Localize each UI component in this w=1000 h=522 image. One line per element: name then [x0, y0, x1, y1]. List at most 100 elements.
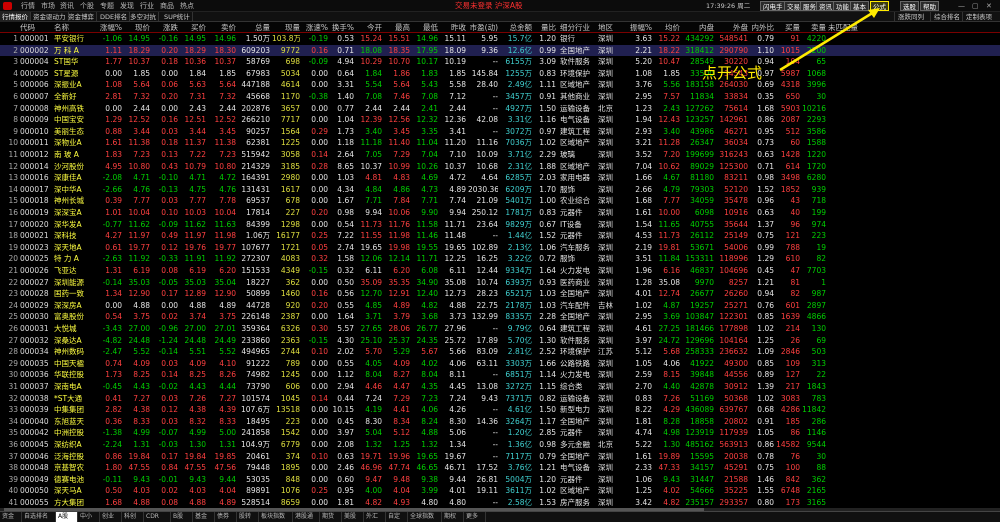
column-header[interactable]: 今开	[356, 22, 382, 33]
column-header[interactable]: 代码	[20, 22, 50, 33]
table-row[interactable]: 30 000036 华联控股 1.73 8.25 0.14 8.25 8.26 74982 124…	[0, 369, 1000, 380]
column-header[interactable]: 最高	[384, 22, 410, 33]
market-tab[interactable]: B股	[171, 512, 193, 522]
column-header[interactable]: 昨收	[440, 22, 466, 33]
column-header[interactable]: 名称	[54, 22, 94, 33]
quote-tab[interactable]: 多空对抗	[128, 12, 159, 22]
table-row[interactable]: 32 000038 *ST大通 0.41 7.27 0.03 7.26 7.27 101574 1…	[0, 393, 1000, 404]
table-row[interactable]: 15 000018 神州长城 0.39 7.77 0.03 7.77 7.78 69537 678…	[0, 195, 1000, 206]
column-header[interactable]: 涨跌	[152, 22, 178, 33]
table-row[interactable]: 34 000040 东旭蓝天 0.36 8.33 0.03 8.32 8.33 18495 223…	[0, 416, 1000, 427]
column-header[interactable]: 现价	[124, 22, 150, 33]
table-row[interactable]: 9 000010 美丽生态 0.88 3.44 0.03 3.44 3.45 90257 1564…	[0, 126, 1000, 137]
market-tab[interactable]: 期货	[320, 512, 342, 522]
quote-tab-right[interactable]: 综合排名	[930, 12, 963, 22]
table-row[interactable]: 39 000049 德赛电池 -0.11 9.43 -0.01 9.43 9.44 53035 8…	[0, 474, 1000, 485]
window-control[interactable]: ▢	[972, 1, 979, 11]
table-row[interactable]: 2 000002 万 科 A 1.11 18.29 0.20 18.29 18.30 60920…	[0, 44, 1000, 56]
table-row[interactable]: 41 000055 方大集团 1.68 4.88 0.08 4.88 4.89 528514 86…	[0, 497, 1000, 508]
table-row[interactable]: 28 000034 神州数码 -2.47 5.52 -0.14 5.51 5.52 494965…	[0, 346, 1000, 357]
market-tab[interactable]: 中小	[78, 512, 100, 522]
column-header[interactable]: 内盘	[682, 22, 714, 33]
column-header[interactable]: 换手%	[330, 22, 354, 33]
market-tab[interactable]: A股	[56, 512, 78, 522]
table-row[interactable]: 3 000004 ST国华 1.77 10.37 0.18 10.36 10.37 58769 6…	[0, 56, 1000, 67]
column-header[interactable]: 未匹配量	[828, 22, 858, 33]
market-tab[interactable]: 外汇	[364, 512, 386, 522]
table-row[interactable]: 16 000019 深深宝A 1.01 10.04 0.10 10.03 10.04 17814…	[0, 207, 1000, 218]
table-row[interactable]: 23 000028 国药一致 1.34 12.90 0.17 12.89 12.90 50899…	[0, 288, 1000, 299]
market-tab[interactable]: 资金	[0, 512, 22, 522]
menu-item[interactable]: 发现	[120, 1, 134, 11]
market-tab[interactable]: 板块指数	[259, 512, 293, 522]
table-row[interactable]: 4 000005 ST星源 0.00 1.85 0.00 1.84 1.85 67983 5034…	[0, 68, 1000, 79]
table-row[interactable]: 12 000014 沙河股份 4.95 10.80 0.43 10.79 10.80 21432…	[0, 161, 1000, 172]
table-row[interactable]: 6 000007 全新好 2.81 7.32 0.20 7.31 7.32 45668 1170-…	[0, 91, 1000, 102]
menu-item[interactable]: 行情	[21, 1, 35, 11]
column-header[interactable]: 外盘	[716, 22, 748, 33]
function-button[interactable]: 闪电手	[760, 1, 786, 11]
quote-tab[interactable]: 行情报价	[0, 12, 31, 22]
table-row[interactable]: 11 000012 南 玻 A 1.83 7.23 0.13 7.22 7.23 515942 3…	[0, 149, 1000, 160]
column-header[interactable]: 最低	[412, 22, 438, 33]
menu-item[interactable]: 行业	[140, 1, 154, 11]
column-header[interactable]: 买价	[180, 22, 206, 33]
column-header[interactable]: 地区	[598, 22, 620, 33]
function-button[interactable]: 基本	[850, 1, 869, 11]
market-tab[interactable]: 自选排名	[22, 512, 56, 522]
column-header[interactable]: 卖量	[802, 22, 826, 33]
table-row[interactable]: 24 000029 深深房A 0.00 4.88 0.00 4.88 4.89 44728 920…	[0, 300, 1000, 311]
quote-tab[interactable]: SUP统计	[162, 12, 193, 22]
market-tab[interactable]: CDR	[144, 512, 171, 522]
menu-item[interactable]: 个股	[80, 1, 94, 11]
column-header[interactable]: 总量	[238, 22, 270, 33]
table-row[interactable]: 18 000021 深科技 4.27 11.97 0.49 11.97 11.98 1.06万 1…	[0, 230, 1000, 241]
market-tab[interactable]: 债券	[215, 512, 237, 522]
column-header[interactable]: 量比	[534, 22, 556, 33]
column-header[interactable]: 市盈(动)	[468, 22, 498, 33]
market-tab[interactable]: 自定	[386, 512, 408, 522]
table-row[interactable]: 21 000026 飞亚达 1.31 6.19 0.08 6.19 6.20 151533 434…	[0, 265, 1000, 276]
table-row[interactable]: 40 000050 深天马A 0.50 4.03 0.02 4.03 4.04 89891 107…	[0, 485, 1000, 496]
table-row[interactable]: 37 000046 泛海控股 0.86 19.84 0.17 19.84 19.85 20461…	[0, 451, 1000, 462]
table-row[interactable]: 19 000023 深天地A 0.61 19.77 0.12 19.76 19.77 10767…	[0, 242, 1000, 253]
column-header[interactable]: 振幅%	[626, 22, 652, 33]
table-row[interactable]: 17 000020 深华发A -0.77 11.62 -0.09 11.62 11.63 843…	[0, 219, 1000, 230]
market-tab[interactable]: 港股通	[293, 512, 320, 522]
menu-item[interactable]: 热点	[180, 1, 194, 11]
table-row[interactable]: 10 000011 深物业A 1.61 11.38 0.18 11.37 11.38 62381…	[0, 137, 1000, 148]
market-tab[interactable]: 创业	[100, 512, 122, 522]
column-header[interactable]: 总金额	[500, 22, 533, 33]
column-header[interactable]: 细分行业	[560, 22, 596, 33]
function-button[interactable]: 帮助	[920, 1, 939, 11]
column-header[interactable]: 涨速%	[302, 22, 328, 33]
menu-item[interactable]: 专题	[100, 1, 114, 11]
quote-tab-right[interactable]: 涨跌同列	[894, 12, 927, 22]
column-header[interactable]: 涨幅%	[96, 22, 122, 33]
table-row[interactable]: 22 000027 深圳能源 -0.14 35.03 -0.05 35.03 35.04 182…	[0, 277, 1000, 288]
function-button[interactable]: 公式	[870, 1, 889, 11]
menu-item[interactable]: 商品	[160, 1, 174, 11]
table-row[interactable]: 5 000006 深振业A 1.08 5.64 0.06 5.63 5.64 447188 461…	[0, 79, 1000, 90]
table-row[interactable]: 27 000032 深桑达A -4.82 24.48 -1.24 24.48 24.49 233…	[0, 335, 1000, 346]
table-row[interactable]: 8 000009 中国宝安 1.29 12.52 0.16 12.51 12.52 266210…	[0, 114, 1000, 125]
market-tab[interactable]: 全球指数	[408, 512, 442, 522]
column-header[interactable]: 内外比	[750, 22, 775, 33]
market-tab[interactable]: 期权	[442, 512, 464, 522]
market-tab[interactable]: 股转	[237, 512, 259, 522]
market-tab[interactable]: 更多	[464, 512, 486, 522]
column-header[interactable]: 买量	[776, 22, 800, 33]
market-tab[interactable]: 基金	[193, 512, 215, 522]
table-row[interactable]: 20 000025 特 力 A -2.63 11.92 -0.33 11.91 11.92 27…	[0, 253, 1000, 264]
table-row[interactable]: 25 000030 富奥股份 0.54 3.75 0.02 3.74 3.75 226148 23…	[0, 311, 1000, 322]
table-row[interactable]: 1 000001 平安银行 -1.06 14.95 -0.16 14.95 14.96 1.50…	[0, 33, 1000, 44]
table-row[interactable]: 14 000017 深中华A -2.66 4.76 -0.13 4.75 4.76 131431…	[0, 184, 1000, 195]
menu-item[interactable]: 资讯	[60, 1, 74, 11]
window-control[interactable]: —	[958, 1, 965, 11]
column-header[interactable]: 卖价	[208, 22, 236, 33]
table-row[interactable]: 35 000042 中洲控股 -1.38 4.99 -0.07 4.99 5.00 241858…	[0, 427, 1000, 438]
quote-tab[interactable]: 资金驱动力	[31, 12, 69, 22]
table-row[interactable]: 31 000037 深南电A -0.45 4.43 -0.02 4.43 4.44 73790 6…	[0, 381, 1000, 392]
table-row[interactable]: 26 000031 大悦城 -3.43 27.00 -0.96 27.00 27.01 3593…	[0, 323, 1000, 334]
market-tab[interactable]: 美股	[342, 512, 364, 522]
